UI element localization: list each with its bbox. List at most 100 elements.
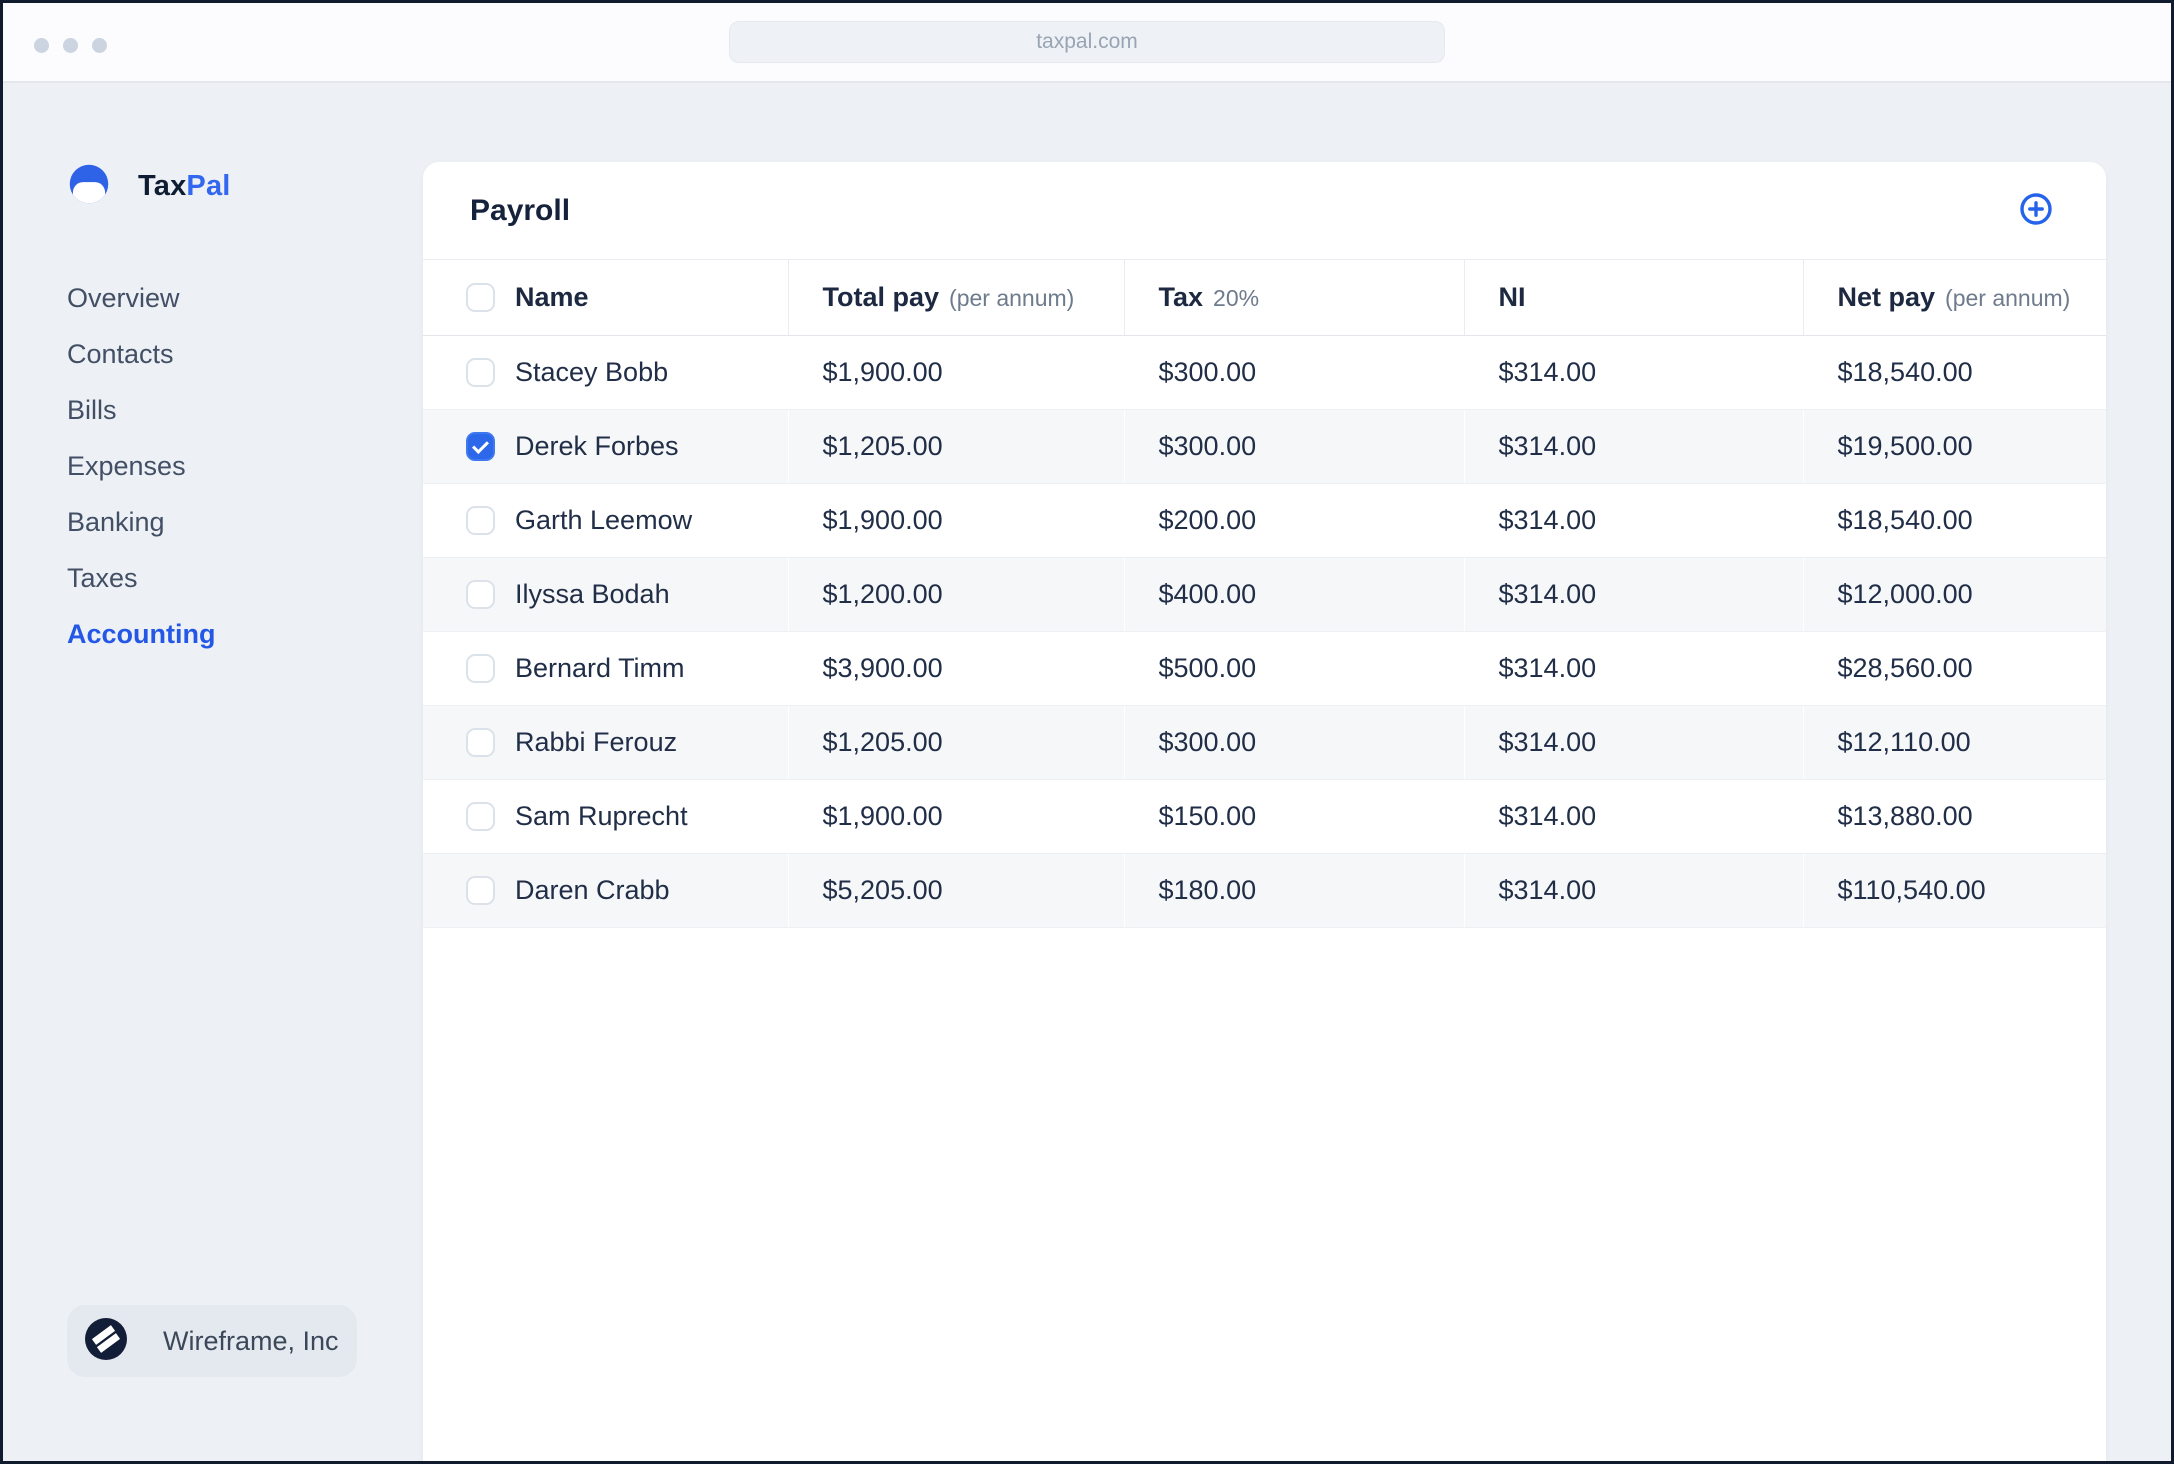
net-pay-cell: $19,500.00 [1802,409,2106,484]
ni-cell: $314.00 [1463,557,1803,632]
select-all-checkbox[interactable] [466,282,495,312]
employee-name: Sam Ruprecht [515,800,688,831]
row-checkbox[interactable] [466,875,495,905]
row-checkbox[interactable] [466,579,495,609]
employee-name: Daren Crabb [515,874,670,905]
column-header-name: Name [423,260,788,336]
row-checkbox[interactable] [466,727,495,757]
row-checkbox[interactable] [466,431,495,461]
total-pay-cell: $1,200.00 [787,557,1124,632]
column-header-tax: Tax 20% [1123,260,1464,336]
wireframe-logo-icon [82,1315,130,1368]
sidebar-item-expenses[interactable]: Expenses [67,438,216,494]
employee-name: Bernard Timm [515,652,685,683]
circle-plus-icon [2019,192,2053,229]
brand-name: TaxPal [138,170,231,203]
name-cell: Stacey Bobb [423,335,788,410]
employee-name: Derek Forbes [515,430,679,461]
window-control-dots [34,38,107,53]
name-cell: Sam Ruprecht [423,779,788,854]
sidebar-item-contacts[interactable]: Contacts [67,326,216,382]
brand[interactable]: TaxPal [67,162,231,211]
name-cell: Rabbi Ferouz [423,705,788,780]
column-label: Name [515,281,589,312]
total-pay-cell: $3,900.00 [788,631,1124,706]
column-header-total-pay: Total pay (per annum) [787,260,1124,336]
tax-cell: $300.00 [1123,409,1464,484]
table-row: Stacey Bobb $1,900.00 $300.00 $314.00 $18,54… [423,335,2106,410]
employee-name: Ilyssa Bodah [515,578,670,609]
column-label: Total pay [822,281,940,312]
total-pay-cell: $1,900.00 [788,483,1124,558]
net-pay-cell: $18,540.00 [1803,483,2106,558]
column-suffix: (per annum) [949,284,1075,311]
name-cell: Daren Crabb [423,853,788,928]
brand-name-part2: Pal [186,170,231,202]
tax-cell: $150.00 [1124,779,1464,854]
sidebar-item-bills[interactable]: Bills [67,382,216,438]
ni-cell: $314.00 [1464,483,1803,558]
url-bar[interactable]: taxpal.com [729,21,1445,63]
table-row: Derek Forbes $1,205.00 $300.00 $314.00 $19,5… [423,409,2106,484]
row-checkbox[interactable] [466,357,495,387]
sidebar-item-taxes[interactable]: Taxes [67,550,216,606]
add-entry-button[interactable] [2019,192,2053,229]
name-cell: Derek Forbes [423,409,788,484]
net-pay-cell: $28,560.00 [1803,631,2106,706]
row-checkbox[interactable] [466,801,495,831]
employee-name: Rabbi Ferouz [515,726,678,757]
table-row: Daren Crabb $5,205.00 $180.00 $314.00 $110,5… [423,853,2106,928]
column-label: Net pay [1837,281,1936,312]
ni-cell: $314.00 [1463,853,1803,928]
ni-cell: $314.00 [1464,779,1803,854]
ni-cell: $314.00 [1464,631,1803,706]
org-switcher[interactable]: Wireframe, Inc [67,1305,357,1377]
window-dot-minimize[interactable] [63,38,78,53]
card-header: Payroll [423,162,2106,260]
name-cell: Bernard Timm [423,631,788,706]
window-dot-close[interactable] [34,38,49,53]
name-cell: Garth Leemow [423,483,788,558]
net-pay-cell: $18,540.00 [1803,335,2106,410]
tax-cell: $300.00 [1124,335,1464,410]
ni-cell: $314.00 [1463,705,1803,780]
net-pay-cell: $12,110.00 [1802,705,2106,780]
org-name: Wireframe, Inc [163,1325,339,1356]
table-row: Bernard Timm $3,900.00 $500.00 $314.00 $28,5… [423,631,2106,706]
browser-chrome: taxpal.com [3,3,2171,83]
ni-cell: $314.00 [1464,335,1803,410]
app-window: taxpal.com TaxPal Overview Contacts Bill… [0,0,2174,1464]
column-header-ni: NI [1463,260,1803,336]
name-cell: Ilyssa Bodah [423,557,788,632]
column-label: Tax [1158,281,1204,312]
net-pay-cell: $13,880.00 [1803,779,2106,854]
payroll-table-body: Stacey Bobb $1,900.00 $300.00 $314.00 $18,54… [423,335,2106,928]
table-row: Garth Leemow $1,900.00 $200.00 $314.00 $18,5… [423,483,2106,558]
total-pay-cell: $1,205.00 [787,705,1124,780]
row-checkbox[interactable] [466,505,495,535]
tax-cell: $400.00 [1123,557,1464,632]
net-pay-cell: $110,540.00 [1802,853,2106,928]
tax-cell: $180.00 [1123,853,1464,928]
window-dot-maximize[interactable] [92,38,107,53]
net-pay-cell: $12,000.00 [1802,557,2106,632]
sidebar-item-banking[interactable]: Banking [67,494,216,550]
taxpal-logo-icon [67,162,111,211]
tax-cell: $200.00 [1124,483,1464,558]
sidebar-item-accounting[interactable]: Accounting [67,606,216,662]
row-checkbox[interactable] [466,653,495,683]
sidebar-item-overview[interactable]: Overview [67,270,216,326]
tax-cell: $500.00 [1124,631,1464,706]
table-row: Sam Ruprecht $1,900.00 $150.00 $314.00 $13,8… [423,779,2106,854]
total-pay-cell: $5,205.00 [787,853,1124,928]
table-header: Name Total pay (per annum) Tax 20% NI Net … [423,260,2106,336]
column-label: NI [1498,281,1526,312]
tax-cell: $300.00 [1123,705,1464,780]
sidebar-nav: Overview Contacts Bills Expenses Banking… [67,270,216,662]
url-text: taxpal.com [1036,30,1138,53]
total-pay-cell: $1,900.00 [788,779,1124,854]
column-header-net-pay: Net pay (per annum) [1802,260,2106,336]
payroll-table: Name Total pay (per annum) Tax 20% NI Net … [423,260,2106,928]
payroll-card: Payroll Name Total pay (per annum) Tax 2… [423,162,2106,1461]
column-suffix: 20% [1213,284,1260,311]
